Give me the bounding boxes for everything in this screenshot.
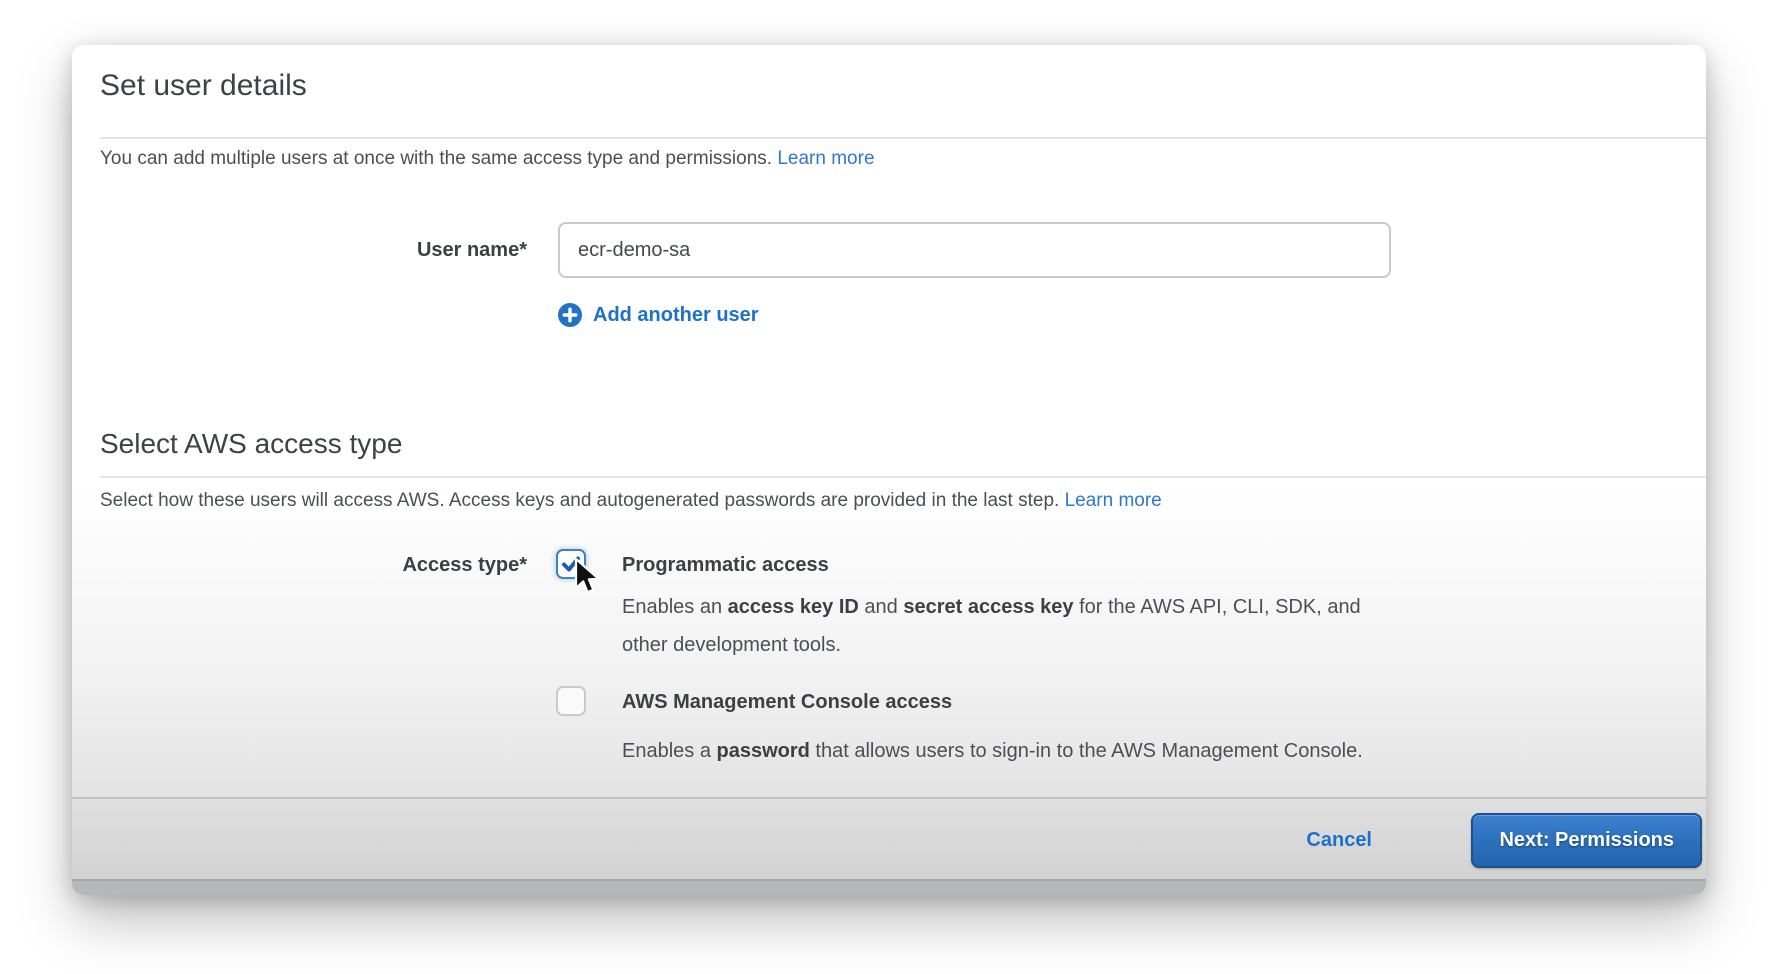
add-another-user-button[interactable]: Add another user — [558, 303, 759, 327]
access-type-section-title: Select AWS access type — [100, 428, 402, 460]
page-title: Set user details — [100, 69, 307, 103]
cancel-button[interactable]: Cancel — [1306, 813, 1372, 867]
user-name-input[interactable] — [558, 222, 1391, 278]
user-name-label: User name* — [100, 222, 527, 278]
plus-circle-icon — [558, 303, 582, 327]
console-access-description: Enables a password that allows users to … — [622, 733, 1363, 769]
programmatic-access-description: Enables an access key ID and secret acce… — [622, 588, 1361, 664]
add-another-user-label: Add another user — [593, 304, 759, 327]
desc-text: for the AWS API, CLI, SDK, and — [1074, 596, 1361, 618]
access-type-intro-text: Select how these users will access AWS. … — [100, 490, 1065, 511]
desc-bold-text: password — [717, 740, 810, 762]
learn-more-link-access-type[interactable]: Learn more — [1065, 490, 1162, 511]
user-details-intro-text: You can add multiple users at once with … — [100, 148, 777, 169]
desc-text: that allows users to sign-in to the AWS … — [810, 740, 1363, 762]
console-access-checkbox[interactable] — [556, 686, 586, 716]
desc-text: Enables an — [622, 596, 728, 618]
programmatic-access-checkbox[interactable] — [556, 549, 586, 579]
section-divider — [100, 137, 1706, 139]
checkmark-icon — [560, 553, 582, 575]
section-divider — [100, 476, 1706, 478]
desc-bold-text: secret access key — [903, 596, 1073, 618]
access-type-label: Access type* — [100, 542, 527, 588]
user-details-intro: You can add multiple users at once with … — [100, 146, 875, 172]
add-user-wizard-panel: Set user details You can add multiple us… — [72, 45, 1706, 895]
desc-bold-text: access key ID — [728, 596, 859, 618]
access-type-intro: Select how these users will access AWS. … — [100, 488, 1162, 514]
console-access-title[interactable]: AWS Management Console access — [622, 687, 952, 717]
bottom-edge-strip — [72, 879, 1706, 895]
programmatic-access-title[interactable]: Programmatic access — [622, 550, 829, 580]
desc-text: Enables a — [622, 740, 717, 762]
learn-more-link-user-details[interactable]: Learn more — [777, 148, 874, 169]
desc-text: and — [859, 596, 903, 618]
desc-text: other development tools. — [622, 634, 841, 656]
next-permissions-button[interactable]: Next: Permissions — [1471, 813, 1702, 868]
wizard-footer-bar: Cancel Next: Permissions — [72, 797, 1706, 879]
